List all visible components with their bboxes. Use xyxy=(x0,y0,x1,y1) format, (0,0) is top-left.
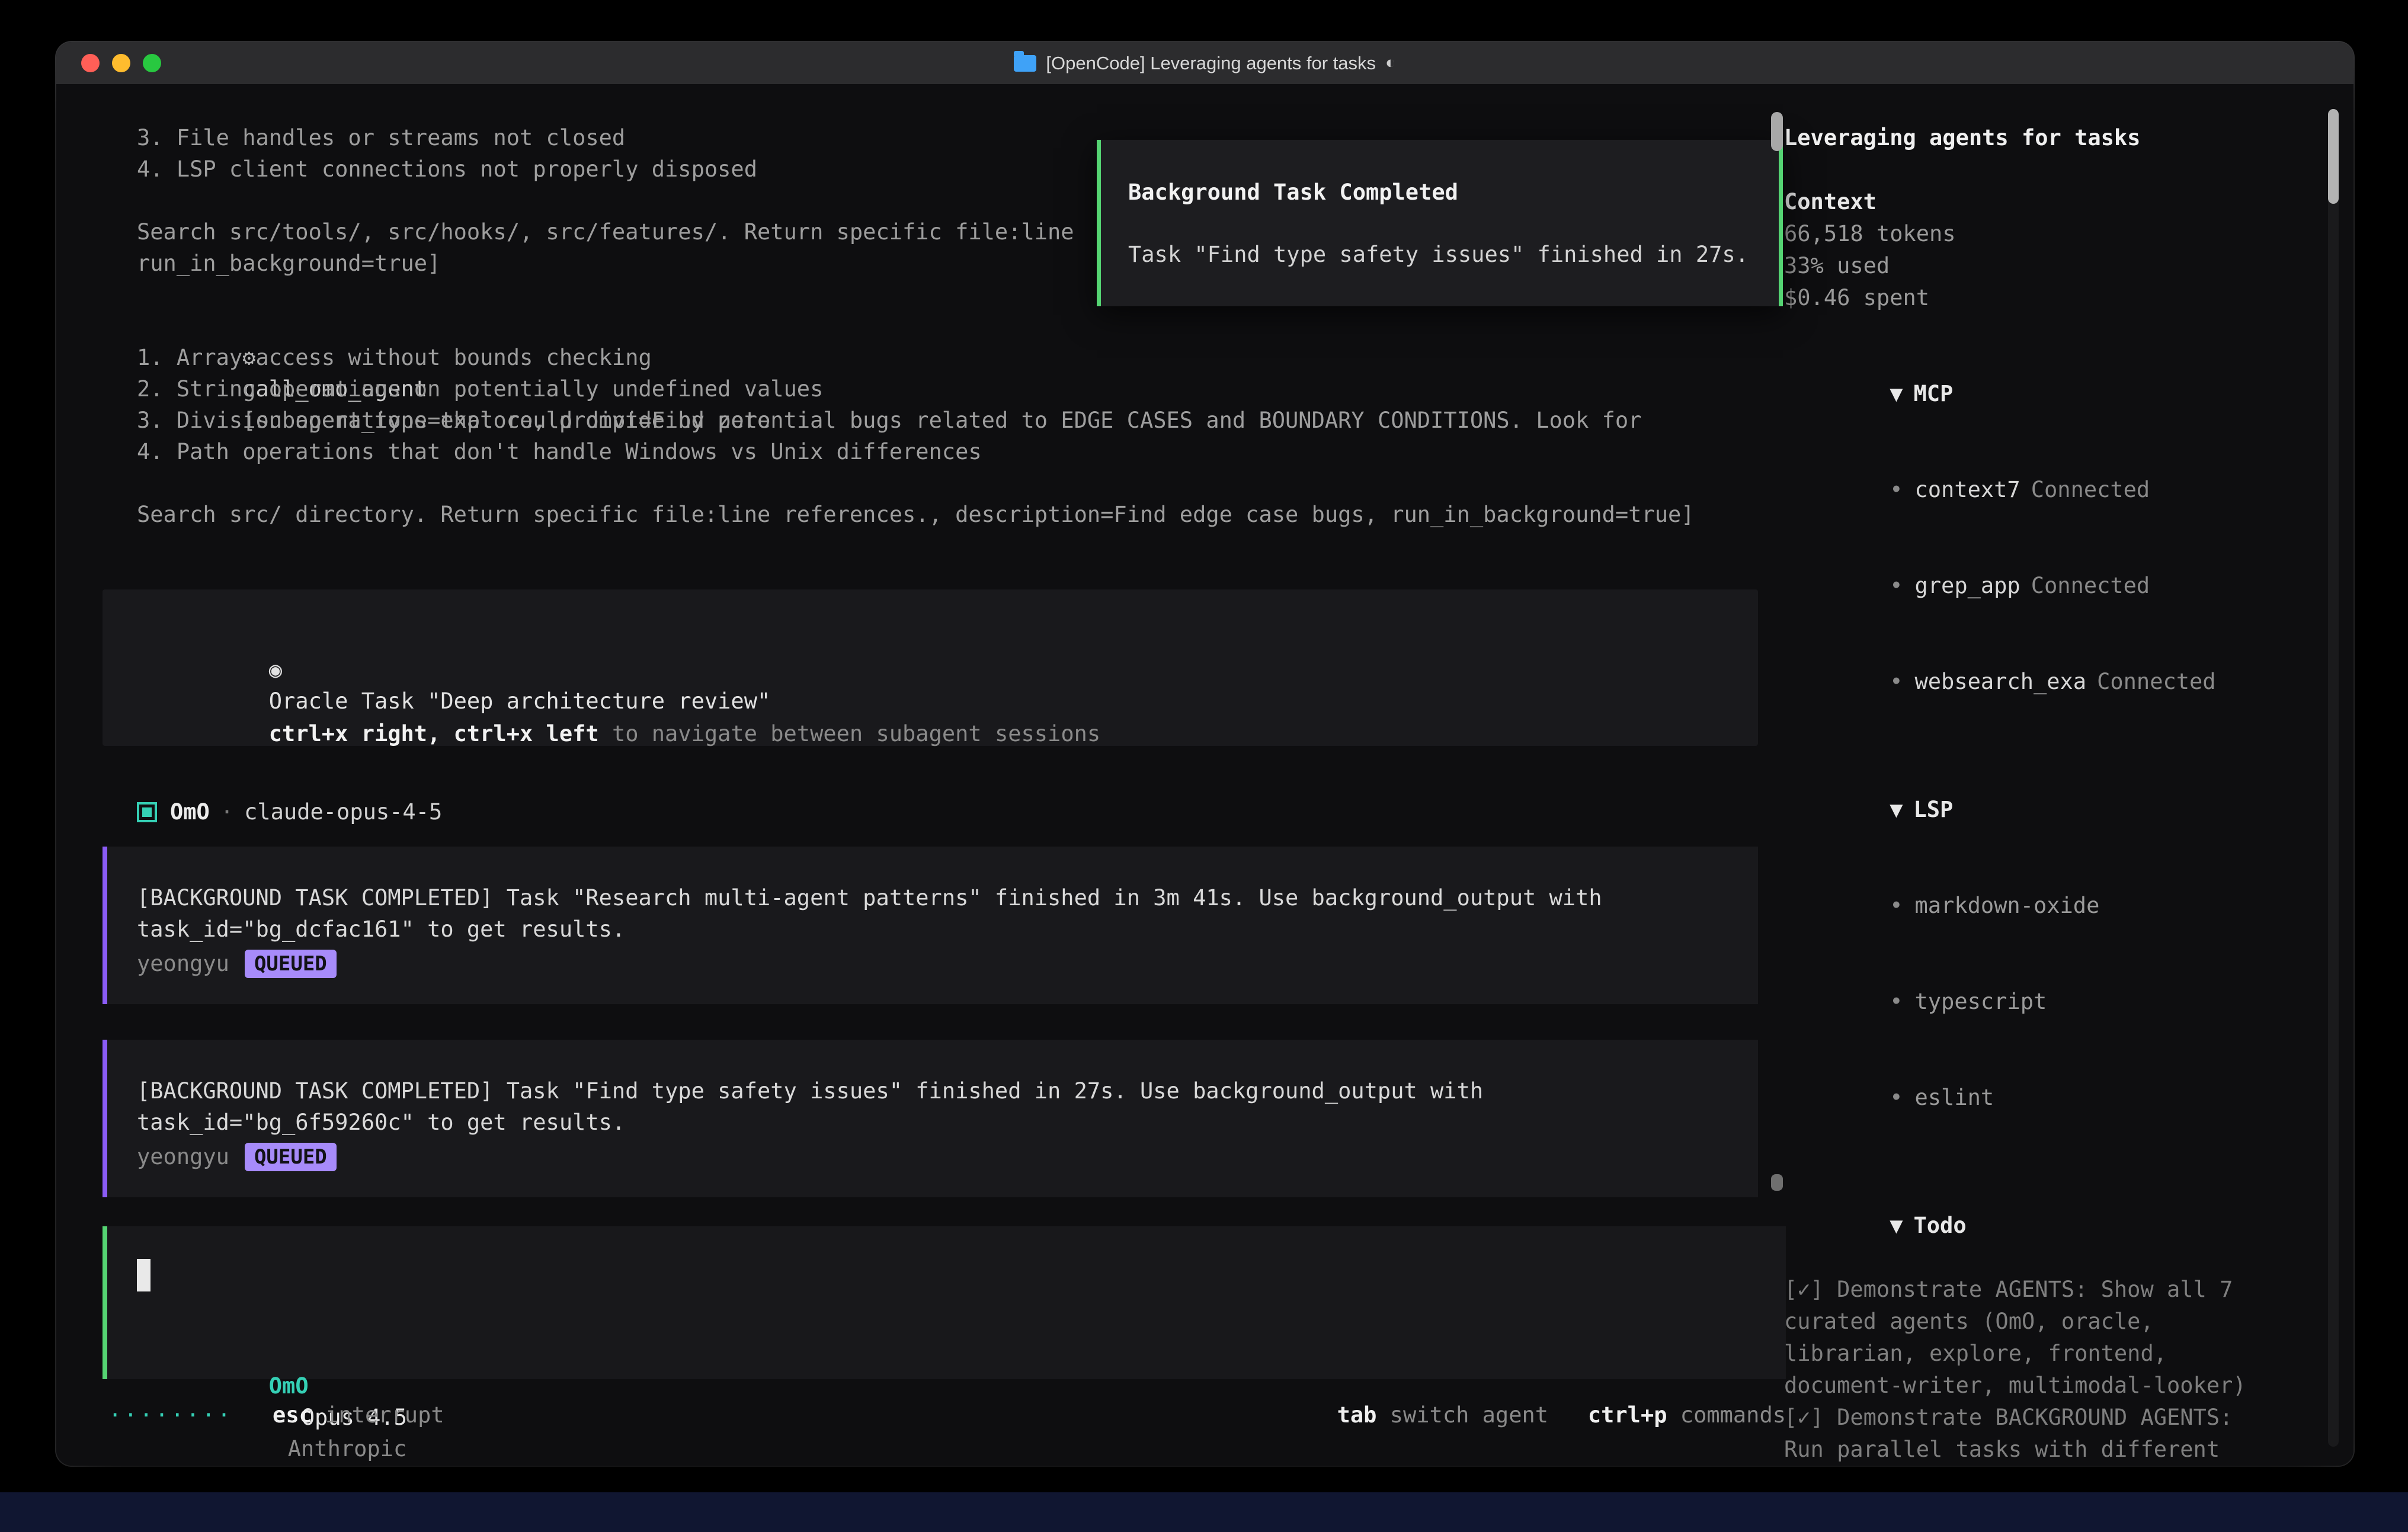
window-title-text: [OpenCode] Leveraging agents for tasks xyxy=(1046,53,1376,74)
scrollback-line: 4. Path operations that don't handle Win… xyxy=(103,436,1845,467)
scrollback-line: 1. Array access without bounds checking xyxy=(103,342,1845,373)
context-header: Context xyxy=(1784,186,2276,218)
spinner-dots-icon: ········ xyxy=(108,1399,233,1431)
record-circle-icon: ◉ xyxy=(269,657,282,682)
status-right: tab switch agent ctrl+p commands xyxy=(1337,1399,1786,1431)
scrollback-line: 2. String operations on potentially unde… xyxy=(103,373,1845,405)
message-text: [BACKGROUND TASK COMPLETED] Task "Find t… xyxy=(137,1075,1740,1107)
close-window-button[interactable] xyxy=(81,54,100,72)
chevron-down-icon: ▼ xyxy=(1890,381,1903,406)
mcp-header-label: MCP xyxy=(1914,381,1954,406)
folder-icon xyxy=(1014,55,1036,72)
lsp-section-header[interactable]: ▼ LSP xyxy=(1784,762,2276,858)
message-meta: yeongyu QUEUED xyxy=(137,1141,1740,1172)
agent-square-icon xyxy=(137,802,157,822)
mcp-item: •context7Connected xyxy=(1784,442,2276,538)
text-cursor[interactable] xyxy=(137,1259,150,1291)
separator-dot: · xyxy=(220,796,233,828)
queued-badge: QUEUED xyxy=(245,950,337,978)
desktop-background-strip xyxy=(0,1492,2408,1532)
todo-section-header[interactable]: ▼ Todo xyxy=(1784,1178,2276,1274)
agent-model: claude-opus-4-5 xyxy=(244,796,442,828)
context-spent: $0.46 spent xyxy=(1784,282,2276,314)
agent-header: OmO · claude-opus-4-5 xyxy=(103,796,1845,828)
session-title: Leveraging agents for tasks xyxy=(1784,122,2276,154)
model-info-row: OmO Opus 4.5 Anthropic xyxy=(137,1339,1768,1370)
current-agent-label: OmO xyxy=(269,1373,309,1399)
titlebar: [OpenCode] Leveraging agents for tasks ◐ xyxy=(56,42,2353,85)
main-scrollbar-thumb[interactable] xyxy=(1771,112,1783,151)
shortcut-keys: ctrl+x right, ctrl+x left xyxy=(269,721,599,746)
bullet-icon: • xyxy=(1890,477,1903,502)
ctrlp-key-hint: ctrl+p xyxy=(1588,1399,1667,1431)
agent-name: OmO xyxy=(170,796,210,828)
lsp-item: •eslint xyxy=(1784,1050,2276,1146)
status-left: ········ esc interrupt xyxy=(108,1399,444,1431)
ctrlp-key-label: commands xyxy=(1667,1399,1786,1431)
queued-badge: QUEUED xyxy=(245,1143,337,1171)
message-text: task_id="bg_6f59260c" to get results. xyxy=(137,1107,1740,1138)
shortcut-description: to navigate between subagent sessions xyxy=(599,721,1100,746)
sidebar-scrollbar-track[interactable] xyxy=(2328,109,2339,1447)
tool-call-line: ⚙ call_omo_agent [subagent_type=explore,… xyxy=(103,310,1845,342)
background-task-message[interactable]: [BACKGROUND TASK COMPLETED] Task "Resear… xyxy=(103,847,1758,1004)
tab-key-label: switch agent xyxy=(1376,1399,1548,1431)
chevron-down-icon: ▼ xyxy=(1890,797,1903,822)
main-scrollbar-bottom[interactable] xyxy=(1771,1174,1783,1191)
zoom-window-button[interactable] xyxy=(143,54,161,72)
mcp-item: •grep_appConnected xyxy=(1784,538,2276,634)
terminal-content: 3. File handles or streams not closed 4.… xyxy=(56,84,2353,1466)
lsp-header-label: LSP xyxy=(1914,797,1954,822)
background-task-message[interactable]: [BACKGROUND TASK COMPLETED] Task "Find t… xyxy=(103,1040,1758,1197)
context-tokens: 66,518 tokens xyxy=(1784,218,2276,250)
window-title: [OpenCode] Leveraging agents for tasks ◐ xyxy=(1014,53,1395,74)
minimize-window-button[interactable] xyxy=(112,54,130,72)
esc-key-label: interrupt xyxy=(312,1399,444,1431)
message-text: task_id="bg_dcfac161" to get results. xyxy=(137,914,1740,945)
todo-item-done: [✓] Demonstrate BACKGROUND AGENTS: Run p… xyxy=(1784,1402,2276,1466)
chevron-down-icon: ▼ xyxy=(1890,1213,1903,1238)
lsp-item: •markdown-oxide xyxy=(1784,858,2276,954)
context-used: 33% used xyxy=(1784,250,2276,282)
lsp-item: •typescript xyxy=(1784,954,2276,1050)
oracle-task-label: Oracle Task "Deep architecture review" xyxy=(269,688,770,714)
bullet-icon: • xyxy=(1890,1085,1903,1110)
bullet-icon: • xyxy=(1890,669,1903,694)
sidebar-scrollbar-thumb[interactable] xyxy=(2328,109,2339,204)
message-text: [BACKGROUND TASK COMPLETED] Task "Resear… xyxy=(137,882,1740,914)
toast-body: Task "Find type safety issues" finished … xyxy=(1128,239,1779,270)
chat-viewport[interactable]: 3. File handles or streams not closed 4.… xyxy=(103,122,1845,1431)
opencode-terminal-window: [OpenCode] Leveraging agents for tasks ◐… xyxy=(56,42,2353,1466)
bullet-icon: • xyxy=(1890,573,1903,598)
current-provider-label: Anthropic xyxy=(288,1436,406,1462)
message-meta: yeongyu QUEUED xyxy=(137,948,1740,979)
traffic-lights xyxy=(81,42,161,84)
toast-title: Background Task Completed xyxy=(1128,177,1779,208)
tab-key-hint: tab xyxy=(1337,1399,1377,1431)
status-bar: ········ esc interrupt tab switch agent … xyxy=(103,1399,1786,1431)
prompt-input[interactable]: OmO Opus 4.5 Anthropic xyxy=(103,1226,1786,1379)
mcp-item: •websearch_exaConnected xyxy=(1784,634,2276,730)
mcp-section-header[interactable]: ▼ MCP xyxy=(1784,346,2276,442)
scrollback-line: Search src/ directory. Return specific f… xyxy=(103,499,1845,530)
bullet-icon: • xyxy=(1890,893,1903,918)
oracle-task-title: ◉ Oracle Task "Deep architecture review" xyxy=(137,623,1734,654)
todo-header-label: Todo xyxy=(1914,1213,1967,1238)
bullet-icon: • xyxy=(1890,989,1903,1014)
background-task-toast: Background Task Completed Task "Find typ… xyxy=(1097,140,1783,306)
message-author: yeongyu xyxy=(137,948,229,979)
esc-key-hint: esc xyxy=(273,1399,312,1431)
moon-icon: ◐ xyxy=(1385,53,1396,73)
message-author: yeongyu xyxy=(137,1141,229,1172)
oracle-task-panel[interactable]: ◉ Oracle Task "Deep architecture review"… xyxy=(103,589,1758,746)
sidebar: Leveraging agents for tasks Context 66,5… xyxy=(1784,122,2276,1466)
todo-item-done: [✓] Demonstrate AGENTS: Show all 7 curat… xyxy=(1784,1274,2276,1402)
